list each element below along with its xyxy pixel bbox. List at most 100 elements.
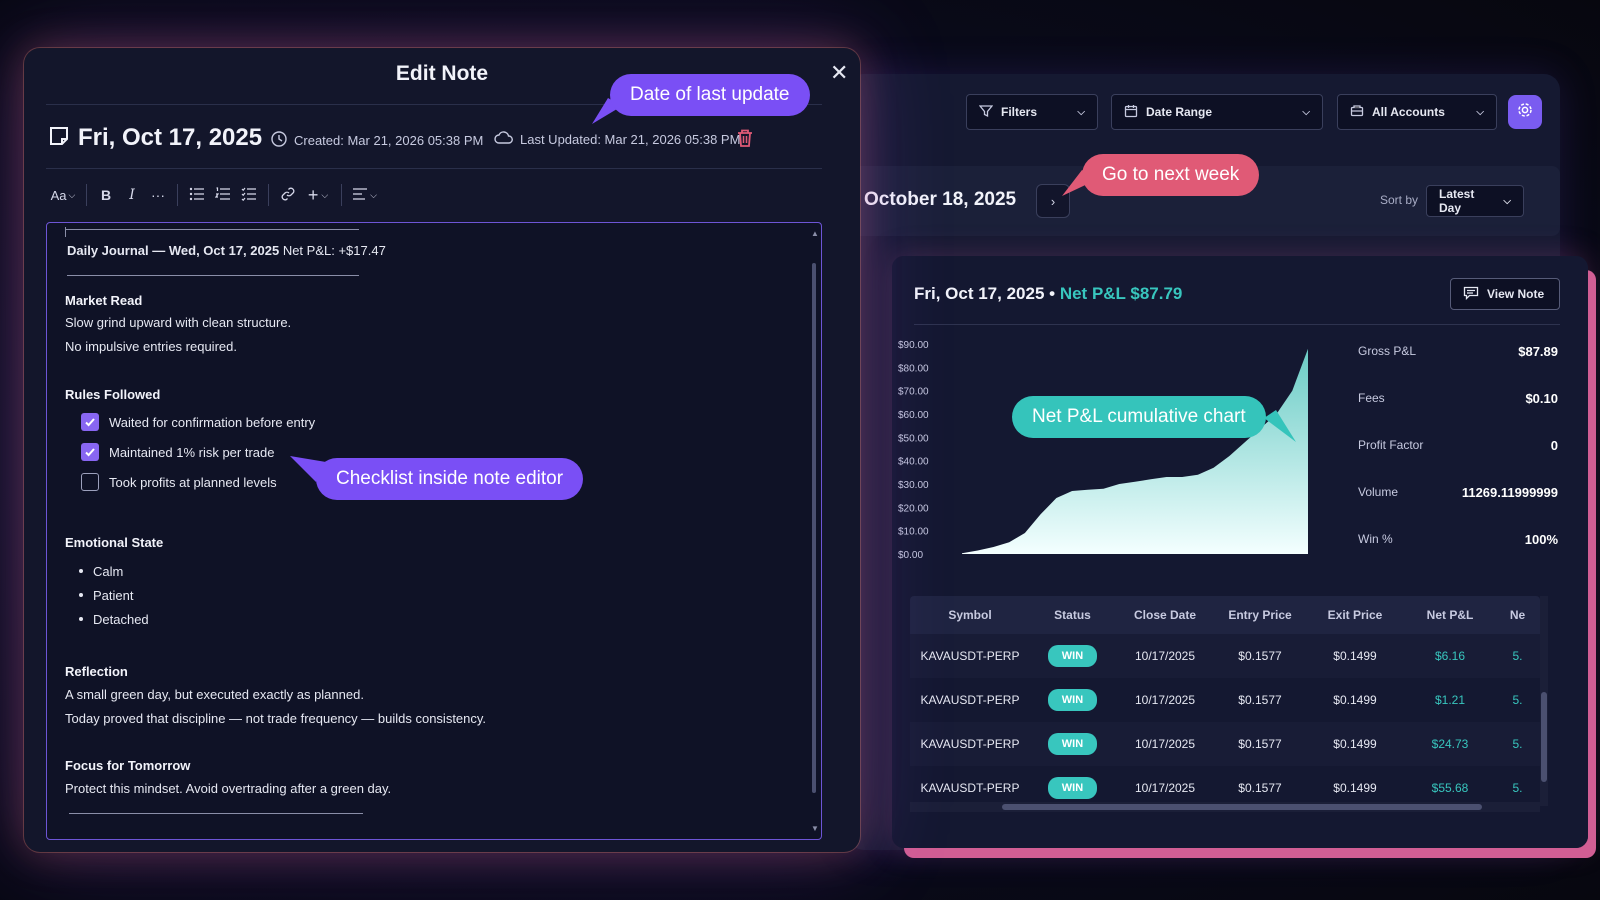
week-title: October 18, 2025 [864, 189, 1017, 210]
bold-button[interactable]: B [93, 182, 119, 208]
stat-value: $0.10 [1525, 391, 1558, 406]
checklist-label: Took profits at planned levels [109, 474, 277, 490]
date-range-label: Date Range [1146, 105, 1213, 119]
cell-close-date: 10/17/2025 [1134, 693, 1196, 707]
stat-label: Fees [1358, 391, 1385, 405]
text-cursor [65, 227, 66, 237]
cell-symbol: KAVAUSDT-PERP [920, 693, 1020, 707]
italic-icon: I [129, 187, 135, 203]
card-divider [914, 324, 1560, 325]
link-icon [280, 186, 296, 205]
cell-entry: $0.1577 [1238, 693, 1282, 707]
note-editor[interactable]: Daily Journal — Wed, Oct 17, 2025 Net P&… [46, 222, 822, 840]
market-read-text: Slow grind upward with clean structure. … [65, 315, 292, 354]
col-close-date[interactable]: Close Date [1115, 608, 1215, 622]
net-pnl-chart: $90.00 $80.00 $70.00 $60.00 $50.00 $40.00 $30.… [898, 340, 1308, 561]
checklist-button[interactable] [236, 182, 262, 208]
day-title: Fri, Oct 17, 2025 • Net P&L $87.79 [914, 284, 1183, 303]
reflection-heading: Reflection [65, 664, 128, 679]
stat-row: Gross P&L $87.89 [1358, 344, 1558, 391]
day-net-pnl: Net P&L $87.79 [1059, 284, 1183, 303]
col-net-pnl[interactable]: Net P&L [1405, 608, 1495, 622]
accounts-label: All Accounts [1372, 105, 1445, 119]
callout-next-week: Go to next week [1082, 154, 1260, 196]
filters-dropdown[interactable]: Filters ⌵ [966, 94, 1098, 130]
table-vertical-scrollbar[interactable] [1540, 596, 1548, 806]
editor-scrollbar[interactable]: ▲ ▼ [811, 229, 819, 833]
cell-status: WIN [1030, 777, 1115, 799]
cloud-icon [494, 130, 514, 149]
rules-checklist: Waited for confirmation before entry Main… [81, 407, 315, 497]
bullet-list-icon [189, 187, 205, 204]
callout-checklist: Checklist inside note editor [316, 458, 584, 500]
checkbox-unchecked-icon[interactable] [81, 473, 99, 491]
link-button[interactable] [275, 182, 301, 208]
emotions-list: Calm Patient Detached [65, 559, 149, 631]
table-row[interactable]: KAVAUSDT-PERP WIN 10/17/2025 $0.1577 $0.1499… [910, 722, 1540, 766]
close-icon: ✕ [830, 60, 849, 85]
view-note-button[interactable]: View Note [1450, 278, 1560, 310]
callout-chart: Net P&L cumulative chart [1012, 396, 1266, 438]
stat-label: Win % [1358, 532, 1393, 546]
delete-note-button[interactable] [736, 128, 754, 153]
stat-row: Profit Factor 0 [1358, 438, 1558, 485]
checkbox-checked-icon[interactable] [81, 413, 99, 431]
chevron-down-icon: ⌵ [1077, 106, 1085, 118]
rule [67, 275, 359, 276]
col-status[interactable]: Status [1030, 608, 1115, 622]
close-button[interactable]: ✕ [830, 60, 848, 86]
plus-icon: + [307, 184, 319, 205]
clock-icon [270, 130, 288, 151]
toolbar-separator [341, 184, 342, 206]
top-rule [65, 229, 359, 230]
chevron-down-icon: ⌵ [1503, 195, 1511, 207]
cell-status: WIN [1030, 733, 1115, 755]
note-icon [48, 125, 70, 152]
table-row[interactable]: KAVAUSDT-PERP WIN 10/17/2025 $0.1577 $0.1499… [910, 678, 1540, 722]
col-truncated[interactable]: Ne [1495, 608, 1540, 622]
col-symbol[interactable]: Symbol [910, 608, 1030, 622]
wallet-icon [1350, 104, 1364, 121]
checklist-item[interactable]: Waited for confirmation before entry [81, 407, 315, 437]
list-item: Calm [65, 559, 149, 583]
checklist-item[interactable]: Maintained 1% risk per trade [81, 437, 315, 467]
cell-close-date: 10/17/2025 [1134, 781, 1196, 795]
more-format-button[interactable]: ··· [145, 182, 171, 208]
bullet-list-button[interactable] [184, 182, 210, 208]
checklist-item[interactable]: Took profits at planned levels [81, 467, 315, 497]
sort-dropdown[interactable]: Latest Day ⌵ [1426, 185, 1524, 217]
list-item: Detached [65, 607, 149, 631]
cell-net-pnl: $55.68 [1431, 781, 1469, 795]
market-read-heading: Market Read [65, 293, 143, 308]
insert-dropdown[interactable]: + ⌵ [301, 182, 335, 208]
cell-status: WIN [1030, 645, 1115, 667]
col-entry-price[interactable]: Entry Price [1215, 608, 1305, 622]
callout-last-update: Date of last update [610, 74, 810, 116]
stat-label: Volume [1358, 485, 1399, 499]
table-horizontal-scrollbar[interactable] [910, 802, 1540, 812]
settings-button[interactable] [1508, 95, 1542, 129]
italic-button[interactable]: I [119, 182, 145, 208]
cell-exit: $0.1499 [1333, 781, 1377, 795]
bold-icon: B [100, 187, 112, 203]
cell-truncated: 5. [1512, 693, 1523, 707]
stat-label: Profit Factor [1358, 438, 1424, 452]
table-row[interactable]: KAVAUSDT-PERP WIN 10/17/2025 $0.1577 $0.1499… [910, 634, 1540, 678]
accounts-dropdown[interactable]: All Accounts ⌵ [1337, 94, 1497, 130]
sort-value: Latest Day [1439, 187, 1475, 215]
col-exit-price[interactable]: Exit Price [1305, 608, 1405, 622]
chevron-down-icon: ⌵ [1302, 106, 1310, 118]
date-range-dropdown[interactable]: Date Range ⌵ [1111, 94, 1323, 130]
comment-icon [1463, 286, 1479, 303]
toolbar-separator [268, 184, 269, 206]
cell-symbol: KAVAUSDT-PERP [920, 649, 1020, 663]
y-tick-label: $40.00 [898, 457, 929, 468]
created-meta: Created: Mar 21, 2026 05:38 PM [270, 130, 483, 151]
note-date-row: Fri, Oct 17, 2025 [48, 124, 262, 152]
checkbox-checked-icon[interactable] [81, 443, 99, 461]
numbered-list-button[interactable] [210, 182, 236, 208]
align-dropdown[interactable]: ⌵ [348, 182, 382, 208]
font-size-dropdown[interactable]: Aa ⌵ [46, 182, 80, 208]
cell-close-date: 10/17/2025 [1134, 649, 1196, 663]
cell-close-date: 10/17/2025 [1134, 737, 1196, 751]
